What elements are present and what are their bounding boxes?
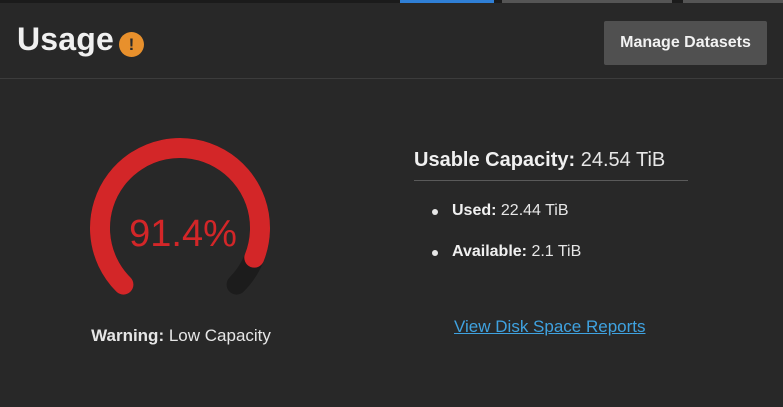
capacity-warning: Warning: Low Capacity xyxy=(0,326,362,346)
list-item-used: Used: 22.44 TiB xyxy=(432,198,581,239)
warning-icon[interactable]: ! xyxy=(119,32,144,57)
view-disk-space-reports-link[interactable]: View Disk Space Reports xyxy=(454,317,646,337)
manage-datasets-button[interactable]: Manage Datasets xyxy=(604,21,767,65)
gauge-percent-label: 91.4% xyxy=(129,213,237,255)
card-title: Usage xyxy=(17,21,115,57)
usage-stats-list: Used: 22.44 TiB Available: 2.1 TiB xyxy=(432,198,581,280)
stat-value: 2.1 TiB xyxy=(531,243,582,260)
usage-gauge: 91.4% xyxy=(90,138,270,295)
usable-capacity-value: 24.54 TiB xyxy=(580,149,666,171)
capacity-warning-label: Warning: xyxy=(91,326,165,345)
usage-card: Usage ! Manage Datasets 91.4% Warning: L… xyxy=(0,3,783,407)
stat-label: Available: xyxy=(452,243,527,260)
stat-value: 22.44 TiB xyxy=(500,202,569,219)
stat-label: Used: xyxy=(452,202,497,219)
card-header: Usage ! Manage Datasets xyxy=(0,3,783,79)
list-item-available: Available: 2.1 TiB xyxy=(432,239,581,280)
capacity-warning-text: Low Capacity xyxy=(168,326,271,345)
usable-capacity-label: Usable Capacity: xyxy=(414,149,576,171)
usable-capacity: Usable Capacity: 24.54 TiB xyxy=(414,149,688,181)
